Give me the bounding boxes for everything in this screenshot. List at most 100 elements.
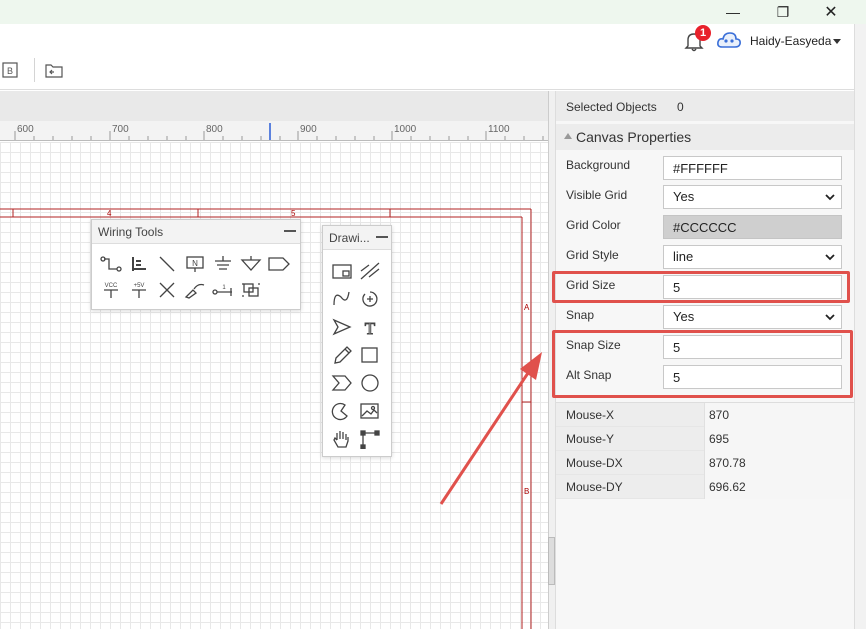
- mouse-dy-label: Mouse-DY: [566, 480, 623, 494]
- ground-icon[interactable]: [210, 252, 236, 276]
- svg-text:N: N: [192, 259, 198, 268]
- grid-color-label: Grid Color: [566, 218, 621, 232]
- svg-text:VCC: VCC: [105, 283, 118, 289]
- snap-select[interactable]: Yes: [663, 305, 842, 329]
- drawing-tools-header[interactable]: Drawi...: [323, 226, 391, 250]
- plus5v-icon[interactable]: +5V: [126, 278, 152, 302]
- horizontal-ruler: 600 700 800 900 1000 1100: [0, 121, 548, 141]
- freehand-icon[interactable]: [329, 343, 355, 367]
- ruler-label: 1100: [488, 124, 510, 135]
- pie-icon[interactable]: [329, 399, 355, 423]
- vertical-scrollbar[interactable]: [854, 24, 866, 629]
- grid-style-label: Grid Style: [566, 248, 619, 262]
- chevron-down-icon: [825, 194, 835, 201]
- net-port-icon[interactable]: [266, 252, 292, 276]
- mouse-coordinates-table: Mouse-X 870 Mouse-Y 695 Mouse-DX 870.78 …: [556, 402, 855, 499]
- mouse-y-row: Mouse-Y 695: [556, 427, 855, 451]
- grid-color-input[interactable]: [663, 215, 842, 239]
- group-icon[interactable]: [238, 278, 264, 302]
- mouse-x-label: Mouse-X: [566, 408, 615, 422]
- background-label: Background: [566, 158, 631, 172]
- drawing-tools-title: Drawi...: [329, 231, 370, 245]
- svg-text:1: 1: [222, 285, 226, 291]
- visible-grid-select[interactable]: Yes: [663, 185, 842, 209]
- collapse-triangle-icon[interactable]: [564, 133, 572, 139]
- sheet-column-label: 4: [107, 209, 112, 218]
- drawing-tools-minimize-icon[interactable]: [376, 230, 388, 242]
- ruler-label: 1000: [394, 124, 417, 135]
- visible-grid-label: Visible Grid: [566, 188, 628, 202]
- mouse-y-value: 695: [704, 427, 855, 451]
- voltage-probe-icon[interactable]: [182, 278, 208, 302]
- bom-icon: B: [2, 62, 18, 78]
- net-label-icon[interactable]: N: [182, 252, 208, 276]
- user-name[interactable]: Haidy-Easyeda: [750, 34, 831, 48]
- alt-snap-input[interactable]: [663, 365, 842, 389]
- toolbar-divider: [34, 58, 35, 82]
- mouse-dx-row: Mouse-DX 870.78: [556, 451, 855, 475]
- bounding-box-icon[interactable]: [329, 259, 355, 283]
- maximize-button[interactable]: ❐: [760, 0, 806, 24]
- chevron-down-icon: [825, 314, 835, 321]
- close-button[interactable]: ✕: [808, 0, 854, 24]
- image-icon[interactable]: [357, 399, 383, 423]
- mouse-x-value: 870: [704, 403, 855, 427]
- drag-icon[interactable]: [357, 427, 383, 451]
- wire-tool-icon[interactable]: [98, 252, 124, 276]
- arc-icon[interactable]: [357, 287, 383, 311]
- ruler-label: 800: [206, 124, 223, 135]
- canvas-properties-header[interactable]: Canvas Properties: [556, 124, 855, 150]
- minimize-button[interactable]: —: [710, 0, 756, 24]
- bus-entry-icon[interactable]: [154, 252, 180, 276]
- polyline-arrow-icon[interactable]: [329, 315, 355, 339]
- mouse-y-label: Mouse-Y: [566, 432, 615, 446]
- sheet-column-label: 5: [291, 209, 296, 218]
- bom-button[interactable]: B: [0, 60, 20, 80]
- selected-objects-count: 0: [677, 100, 684, 114]
- svg-text:T: T: [365, 319, 376, 337]
- selected-objects-row: Selected Objects 0: [556, 91, 855, 121]
- sheet-frame: [0, 208, 532, 629]
- schematic-canvas[interactable]: 600 700 800 900 1000 1100 4 5 A B Wiring…: [0, 91, 548, 629]
- pin-icon[interactable]: 1: [210, 278, 236, 302]
- snap-label: Snap: [566, 308, 595, 322]
- mouse-x-row: Mouse-X 870: [556, 403, 855, 427]
- selected-objects-label: Selected Objects: [566, 100, 657, 114]
- text-icon[interactable]: T: [357, 315, 383, 339]
- wiring-tools-title: Wiring Tools: [98, 225, 164, 239]
- vcc-icon[interactable]: VCC: [98, 278, 124, 302]
- ruler-ticks: [14, 123, 544, 140]
- grid-style-select[interactable]: line: [663, 245, 842, 269]
- user-menu-caret-icon[interactable]: [833, 39, 841, 44]
- background-input[interactable]: [663, 156, 842, 180]
- line-icon[interactable]: [357, 259, 383, 283]
- wiring-tools-palette[interactable]: Wiring Tools N VCC +5V 1: [91, 219, 301, 310]
- polygon-icon[interactable]: [329, 371, 355, 395]
- gnd-arrow-icon[interactable]: [238, 252, 264, 276]
- grid-size-input[interactable]: [663, 275, 842, 299]
- canvas-properties-title: Canvas Properties: [576, 129, 692, 145]
- circle-icon[interactable]: [357, 371, 383, 395]
- window-titlebar: — ❐ ✕: [0, 0, 866, 24]
- cloud-avatar-icon[interactable]: [716, 30, 742, 52]
- panel-collapse-handle[interactable]: [548, 537, 555, 585]
- pan-icon[interactable]: [329, 427, 355, 451]
- snap-size-input[interactable]: [663, 335, 842, 359]
- alt-snap-label: Alt Snap: [566, 368, 612, 382]
- drawing-tools-palette[interactable]: Drawi... T: [322, 225, 392, 457]
- sheet-row-label: A: [524, 303, 530, 312]
- bus-tool-icon[interactable]: [126, 252, 152, 276]
- notification-badge: 1: [695, 25, 711, 41]
- svg-text:B: B: [7, 66, 13, 76]
- mouse-dy-value: 696.62: [704, 475, 855, 499]
- no-connect-icon[interactable]: [154, 278, 180, 302]
- wiring-tools-header[interactable]: Wiring Tools: [92, 220, 300, 244]
- export-button[interactable]: [44, 60, 64, 80]
- mouse-dx-value: 870.78: [704, 451, 855, 475]
- bezier-icon[interactable]: [329, 287, 355, 311]
- ruler-label: 900: [300, 124, 317, 135]
- wiring-tools-minimize-icon[interactable]: [284, 224, 296, 236]
- mouse-dx-label: Mouse-DX: [566, 456, 623, 470]
- snap-size-label: Snap Size: [566, 338, 621, 352]
- rectangle-icon[interactable]: [357, 343, 383, 367]
